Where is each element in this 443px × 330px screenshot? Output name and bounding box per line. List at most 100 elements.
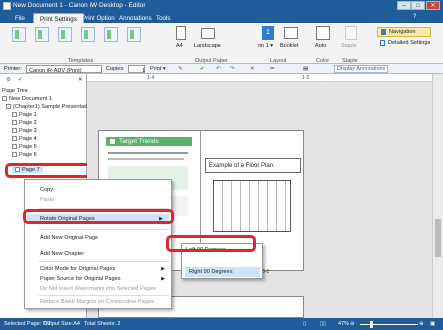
context-menu: Copy Paste Rotate Original Pages ▶ Add N… [24,179,172,309]
menu-item-color-mode[interactable]: Color Mode for Original Pages [40,266,115,272]
cut-icon[interactable]: ✂ [270,66,275,72]
vertical-scrollbar[interactable] [432,74,443,318]
zoom-slider-thumb[interactable] [370,321,373,328]
menu-item-reduce-margins[interactable]: Reduce Blank Margins on Consecutive Page… [40,299,154,305]
checkbox [12,128,17,134]
color-mode-button[interactable]: Auto [315,43,326,49]
tree-label: Page 5 [19,144,37,150]
submenu-right-90[interactable]: Right 90 Degrees [185,267,260,277]
tree-close-icon[interactable]: ✕ [78,77,83,83]
orientation-button[interactable]: Landscape [194,43,221,49]
slide-text-line [108,152,188,154]
printer-select[interactable]: Canon iR-ADV (Print) [26,65,102,74]
menu-item-copy[interactable]: Copy [40,187,53,193]
template-thumb-3[interactable] [58,27,72,42]
page-number-label: 3-1 [262,269,270,275]
copies-input[interactable]: 1 [128,65,145,74]
page-tree-title: Page Tree [2,88,28,94]
help-icon[interactable]: ? [413,14,416,20]
tree-item-page[interactable]: Page 2 [12,120,37,126]
close-button[interactable]: ✕ [426,1,440,10]
tree-item-page[interactable]: Page 4 [12,136,37,142]
slide-icon [110,139,115,144]
zoom-slider[interactable] [360,324,418,325]
status-bar: Selected Page: 7/7 Output Size:A4 Total … [0,318,443,330]
print-toolbar: Printer: Canon iR-ADV (Print) Copies: 1 … [0,64,443,74]
tree-item-chapter[interactable]: (Chapter1) Sample Presentatio [6,104,90,110]
tree-item-document[interactable]: New Document 1 [2,96,52,102]
paper-size-button[interactable]: A4 [176,43,183,49]
floor-plan-drawing [213,180,291,232]
status-output-size: Output Size:A4 [43,321,80,327]
slide-title: Target Trends [119,138,159,145]
menu-item-add-chapter[interactable]: Add New Chapter [40,251,84,257]
ribbon-tabs: File Print Settings Print Option Annotat… [0,12,443,23]
delete-icon[interactable]: ✕ [250,66,255,72]
template-thumb-2[interactable] [35,27,49,42]
title-bar: New Document 1 - Canon iW Desktop - Edit… [0,0,443,12]
ribbon: Templates A4 Landscape Output Paper 1 on… [0,23,443,64]
scrollbar-thumb[interactable] [435,219,441,257]
menu-item-paste[interactable]: Paste [40,197,54,203]
redo-icon[interactable]: ↷ [230,66,235,72]
submenu-arrow-icon: ▶ [161,266,165,272]
template-thumb-1[interactable] [12,27,26,42]
tree-item-page[interactable]: Page 1 [12,112,37,118]
check-icon[interactable]: ✔ [200,66,205,72]
template-thumb-5[interactable] [104,27,118,42]
tree-label: Page 2 [19,120,37,126]
tab-file[interactable]: File [9,13,31,23]
slide-title-bar: Target Trends [106,137,192,146]
paste-icon[interactable]: ▤ [303,66,308,72]
staple-button[interactable]: Staple [341,43,357,49]
maximize-button[interactable]: □ [411,1,425,10]
rotate-item-highlight [23,209,174,224]
tree-item-page[interactable]: Page 3 [12,128,37,134]
display-annotations-button[interactable]: Display Annotations [334,65,389,73]
zoom-level: 47% [338,321,350,327]
tree-settings-icon[interactable]: ⚙ [6,77,11,83]
zoom-in-icon[interactable]: ⊕ [419,321,424,327]
ruler-label-right: 1-5 [302,75,310,81]
menu-item-add-page[interactable]: Add New Original Page [40,235,98,241]
tree-label: Page 1 [19,112,37,118]
annotation-tool-icon[interactable]: ✎ [178,66,183,72]
detailed-settings-toggle[interactable]: Detailed Settings [377,39,437,49]
tree-label: (Chapter1) Sample Presentatio [13,104,91,110]
tree-item-page[interactable]: Page 5 [12,144,37,150]
tree-label: Page 6 [19,152,37,158]
pages-per-sheet-icon: 1 [262,26,274,40]
printer-label: Printer: [4,66,22,72]
template-thumb-6[interactable] [127,27,141,42]
tree-label: Page 4 [19,136,37,142]
navigation-icon [381,29,386,35]
right-90-highlight [166,235,256,252]
view-double-icon[interactable]: ▯▯ [320,321,326,327]
minimize-button[interactable]: – [397,1,411,10]
window-title: New Document 1 - Canon iW Desktop - Edit… [13,2,146,9]
checkbox [12,152,17,158]
navigation-toggle[interactable]: Navigation [377,27,431,37]
template-thumb-4[interactable] [81,27,95,42]
menu-separator [39,229,169,230]
pages-per-sheet-button[interactable]: on 1 ▾ [258,43,273,49]
booklet-button[interactable]: Booklet [280,43,298,49]
view-single-icon[interactable]: ▯ [303,321,306,327]
menu-item-no-watermarks[interactable]: Do Not Insert Watermarks into Selected P… [40,286,156,292]
paper-size-icon [176,26,186,40]
tree-item-page[interactable]: Page 6 [12,152,37,158]
color-mode-icon [316,26,330,40]
checkbox [6,104,11,110]
floor-plan-title-box: Example of a Floor Plan [205,158,301,173]
checkbox [2,96,7,102]
undo-icon[interactable]: ↶ [216,66,221,72]
app-icon [3,2,11,10]
tab-tools[interactable]: Tools [150,13,176,23]
fit-page-icon[interactable]: ▣ [430,321,435,327]
zoom-out-icon[interactable]: ⊖ [350,321,355,327]
tree-pin-icon[interactable]: ✔ [18,77,23,83]
checkbox [12,112,17,118]
tree-label: Page 3 [19,128,37,134]
print-button[interactable]: Print ▾ [150,66,166,72]
menu-item-paper-source[interactable]: Paper Source for Original Pages [40,276,121,282]
